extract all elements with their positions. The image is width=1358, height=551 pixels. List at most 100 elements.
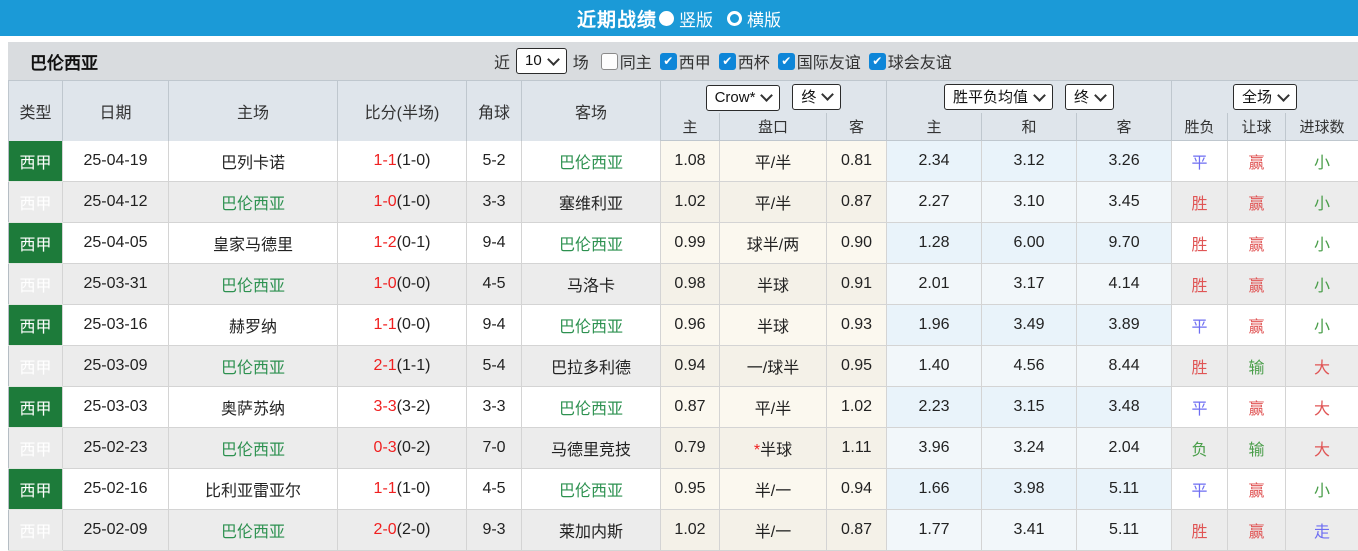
goals-result-cell: 小 — [1286, 223, 1358, 264]
sub-header-ah-away: 客 — [827, 113, 887, 141]
halftime-score: (2-0) — [397, 521, 431, 538]
odds-away: 5.11 — [1077, 510, 1172, 551]
checkbox-checked-icon[interactable]: ✔ — [869, 53, 886, 70]
layout-radio-label: 横版 — [747, 6, 781, 31]
filter-bar: 巴伦西亚 近 10 场 同主✔西甲✔西杯✔国际友谊✔球会友谊 — [8, 42, 1358, 80]
odds-home: 1.40 — [887, 346, 982, 387]
checkbox-checked-icon[interactable]: ✔ — [660, 53, 677, 70]
result-cell: 平 — [1172, 305, 1228, 346]
odds-draw: 3.12 — [982, 141, 1077, 182]
home-team-cell: 奥萨苏纳 — [169, 387, 338, 428]
halftime-score: (0-1) — [397, 234, 431, 251]
ah-line: 半球 — [720, 305, 827, 346]
checkbox-label: 同主 — [620, 49, 652, 73]
layout-radio-horizontal[interactable] — [727, 11, 742, 26]
checkbox-label: 国际友谊 — [797, 49, 861, 73]
result-cell: 胜 — [1172, 223, 1228, 264]
score-cell: 2-0(2-0) — [338, 510, 467, 551]
checkbox-label: 西杯 — [738, 49, 770, 73]
bookmaker-select[interactable]: Crow* — [706, 85, 781, 111]
odds-draw: 3.98 — [982, 469, 1077, 510]
checkbox-option[interactable]: 同主 — [601, 49, 652, 73]
page-title: 近期战绩 — [577, 5, 657, 32]
result-cell: 胜 — [1172, 346, 1228, 387]
avg-state-select[interactable]: 终 — [1065, 84, 1114, 110]
checkbox-option[interactable]: ✔西甲 — [660, 49, 711, 73]
halftime-score: (1-0) — [397, 480, 431, 497]
bookmaker-state-select[interactable]: 终 — [792, 84, 841, 110]
league-cell: 西甲 — [9, 182, 63, 223]
ah-home-odds: 1.08 — [661, 141, 720, 182]
odds-home: 2.27 — [887, 182, 982, 223]
ah-home-odds: 1.02 — [661, 510, 720, 551]
halftime-score: (1-1) — [397, 357, 431, 374]
home-team-cell: 巴伦西亚 — [169, 182, 338, 223]
score-cell: 2-1(1-1) — [338, 346, 467, 387]
home-team-cell: 巴列卡诺 — [169, 141, 338, 182]
goals-result-cell: 小 — [1286, 264, 1358, 305]
ah-line: 半球 — [720, 264, 827, 305]
title-bar: 近期战绩 竖版横版 — [0, 0, 1358, 36]
date-cell: 25-04-19 — [63, 141, 169, 182]
result-cell: 平 — [1172, 387, 1228, 428]
handicap-result-cell: 赢 — [1228, 510, 1286, 551]
odds-away: 8.44 — [1077, 346, 1172, 387]
away-team-cell: 巴伦西亚 — [522, 469, 661, 510]
ah-line-text: 平/半 — [755, 401, 791, 418]
fulltime-score: 3-3 — [374, 398, 397, 415]
goals-result-cell: 走 — [1286, 510, 1358, 551]
fulltime-score: 1-1 — [374, 480, 397, 497]
ah-home-odds: 0.95 — [661, 469, 720, 510]
checkbox-checked-icon[interactable]: ✔ — [719, 53, 736, 70]
ah-line: 球半/两 — [720, 223, 827, 264]
fulltime-score: 0-3 — [374, 439, 397, 456]
result-cell: 平 — [1172, 469, 1228, 510]
checkbox-option[interactable]: ✔西杯 — [719, 49, 770, 73]
goals-result-cell: 小 — [1286, 305, 1358, 346]
fulltime-score: 2-0 — [374, 521, 397, 538]
ah-away-odds: 0.87 — [827, 182, 887, 223]
score-cell: 1-1(1-0) — [338, 141, 467, 182]
odds-home: 1.66 — [887, 469, 982, 510]
corners-cell: 5-2 — [467, 141, 522, 182]
match-count-select[interactable]: 10 — [516, 48, 567, 74]
avg-odds-select[interactable]: 胜平负均值 — [944, 84, 1053, 110]
corners-cell: 5-4 — [467, 346, 522, 387]
handicap-result-cell: 输 — [1228, 428, 1286, 469]
fulltime-score: 1-0 — [374, 275, 397, 292]
scope-select[interactable]: 全场 — [1233, 84, 1297, 110]
ah-line-text: 平/半 — [755, 196, 791, 213]
handicap-result-cell: 赢 — [1228, 182, 1286, 223]
ah-line: 半/一 — [720, 469, 827, 510]
goals-result-cell: 大 — [1286, 346, 1358, 387]
away-team-cell: 莱加内斯 — [522, 510, 661, 551]
checkbox-checked-icon[interactable]: ✔ — [778, 53, 795, 70]
result-cell: 负 — [1172, 428, 1228, 469]
layout-radio-vertical[interactable] — [659, 11, 674, 26]
league-cell: 西甲 — [9, 510, 63, 551]
checkbox-unchecked-icon[interactable] — [601, 53, 618, 70]
chevron-down-icon — [547, 53, 560, 66]
handicap-result-cell: 赢 — [1228, 264, 1286, 305]
league-cell: 西甲 — [9, 469, 63, 510]
ah-line: 平/半 — [720, 387, 827, 428]
home-team-cell: 巴伦西亚 — [169, 346, 338, 387]
halftime-score: (0-0) — [397, 275, 431, 292]
ah-line-text: 平/半 — [755, 155, 791, 172]
checkbox-option[interactable]: ✔球会友谊 — [869, 49, 952, 73]
score-cell: 1-1(0-0) — [338, 305, 467, 346]
result-cell: 平 — [1172, 141, 1228, 182]
odds-draw: 4.56 — [982, 346, 1077, 387]
checkbox-option[interactable]: ✔国际友谊 — [778, 49, 861, 73]
date-cell: 25-04-05 — [63, 223, 169, 264]
ah-away-odds: 0.95 — [827, 346, 887, 387]
corners-cell: 9-4 — [467, 305, 522, 346]
odds-draw: 3.15 — [982, 387, 1077, 428]
home-team-cell: 巴伦西亚 — [169, 428, 338, 469]
sub-header-odds-home: 主 — [887, 113, 982, 141]
league-cell: 西甲 — [9, 264, 63, 305]
odds-draw: 3.10 — [982, 182, 1077, 223]
sub-header-odds-away: 客 — [1077, 113, 1172, 141]
halftime-score: (0-2) — [397, 439, 431, 456]
odds-away: 2.04 — [1077, 428, 1172, 469]
